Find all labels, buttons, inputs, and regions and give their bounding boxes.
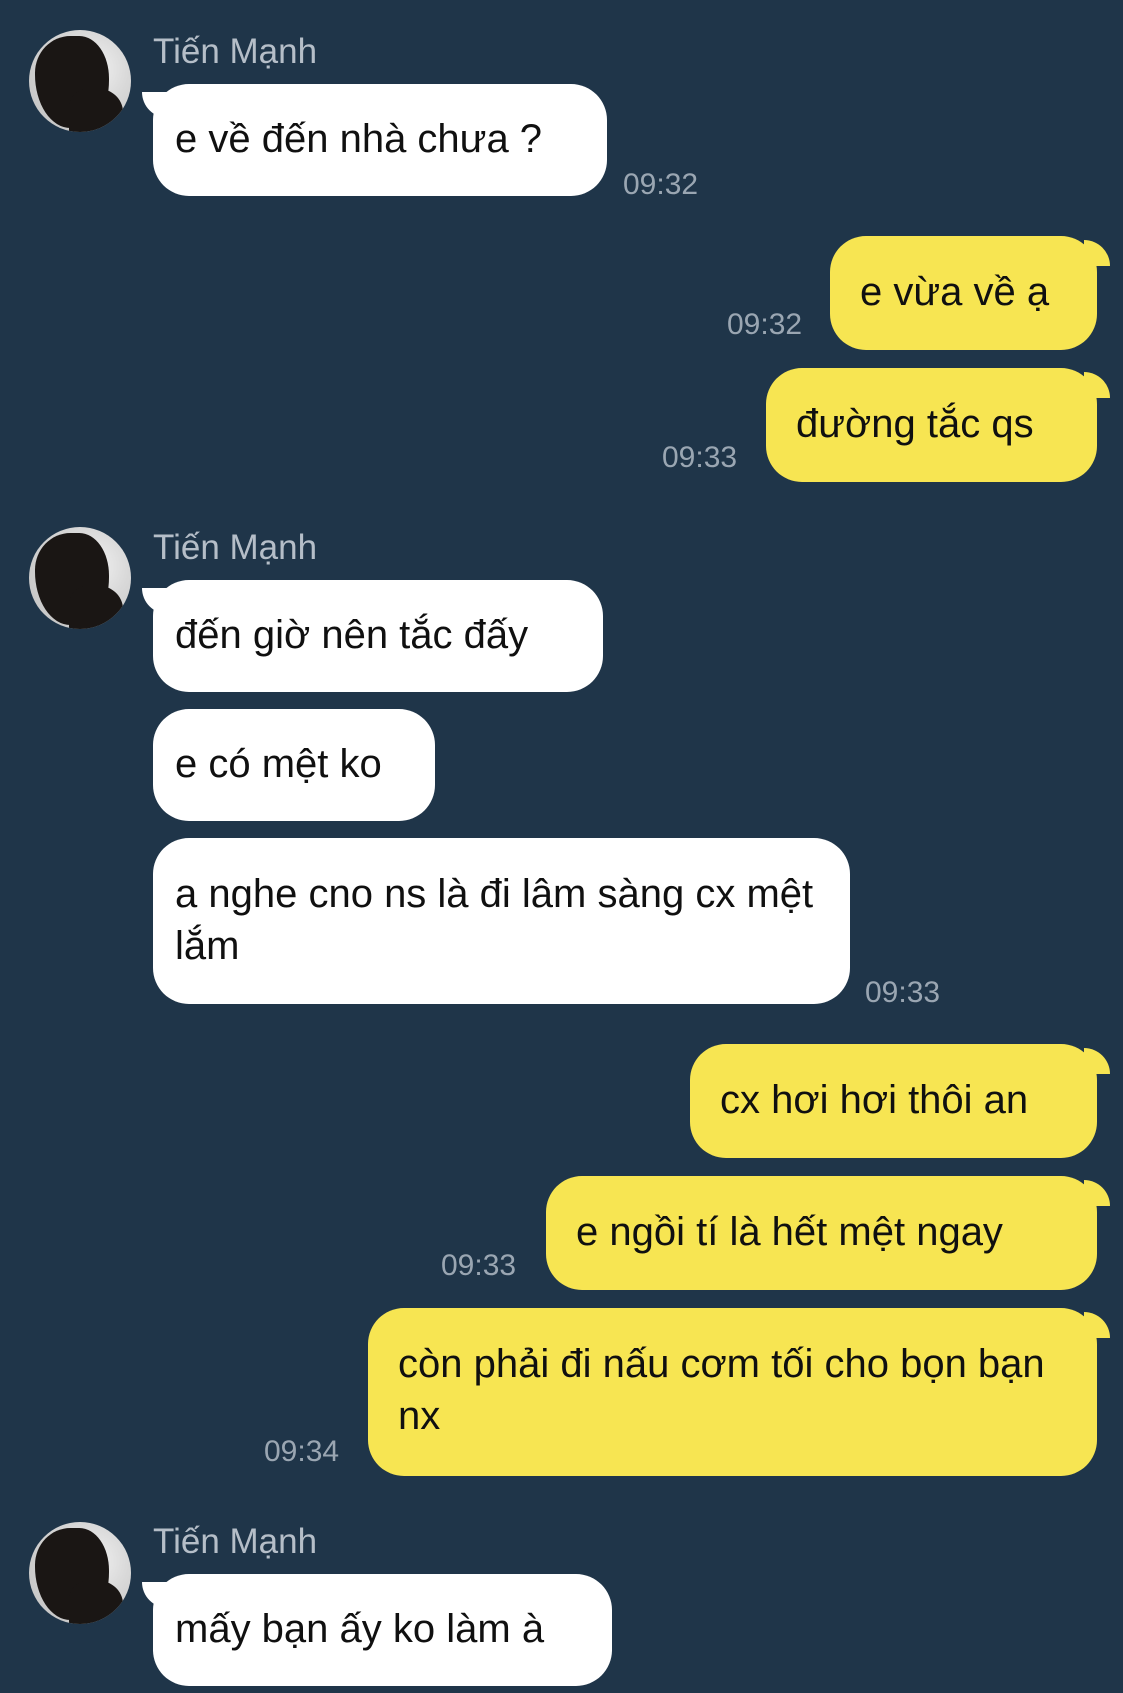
avatar-silhouette-shoulder (69, 88, 123, 132)
message-text: đến giờ nên tắc đấy (175, 613, 529, 657)
message-bubble-incoming[interactable]: mấy bạn ấy ko làm à (153, 1574, 612, 1686)
message-timestamp: 09:33 (662, 441, 738, 474)
message-bubble-outgoing[interactable]: cx hơi hơi thôi an (690, 1044, 1097, 1158)
avatar-silhouette-shoulder (69, 1580, 123, 1624)
bubble-tail (1084, 240, 1110, 266)
message-bubble-incoming[interactable]: đến giờ nên tắc đấy (153, 580, 603, 692)
chat-conversation[interactable]: Tiến Mạnh e về đến nhà chưa ? 09:32 e vừ… (0, 0, 1123, 1693)
contact-avatar[interactable] (29, 527, 131, 629)
contact-avatar[interactable] (29, 1522, 131, 1624)
message-timestamp: 09:32 (623, 168, 699, 201)
sender-name: Tiến Mạnh (153, 1522, 318, 1561)
sender-name: Tiến Mạnh (153, 32, 318, 71)
message-text: e vừa về ạ (860, 270, 1050, 314)
message-timestamp: 09:33 (865, 976, 941, 1009)
bubble-tail (1084, 372, 1110, 398)
message-text: e có mệt ko (175, 742, 382, 786)
bubble-tail (1084, 1048, 1110, 1074)
message-bubble-outgoing[interactable]: đường tắc qs (766, 368, 1097, 482)
message-bubble-incoming[interactable]: e về đến nhà chưa ? (153, 84, 607, 196)
bubble-tail (1084, 1180, 1110, 1206)
message-bubble-incoming[interactable]: a nghe cno ns là đi lâm sàng cx mệt lắm (153, 838, 850, 1004)
message-bubble-incoming[interactable]: e có mệt ko (153, 709, 435, 821)
message-text: e ngồi tí là hết mệt ngay (576, 1210, 1003, 1254)
message-bubble-outgoing[interactable]: còn phải đi nấu cơm tối cho bọn bạn nx (368, 1308, 1097, 1476)
message-text: còn phải đi nấu cơm tối cho bọn bạn nx (398, 1342, 1045, 1438)
message-timestamp: 09:34 (264, 1435, 340, 1468)
message-timestamp: 09:32 (727, 308, 803, 341)
message-bubble-outgoing[interactable]: e ngồi tí là hết mệt ngay (546, 1176, 1097, 1290)
avatar-silhouette-shoulder (69, 585, 123, 629)
message-text: cx hơi hơi thôi an (720, 1078, 1029, 1122)
message-text: đường tắc qs (796, 402, 1034, 446)
sender-name: Tiến Mạnh (153, 528, 318, 567)
message-text: a nghe cno ns là đi lâm sàng cx mệt lắm (175, 872, 814, 968)
message-bubble-outgoing[interactable]: e vừa về ạ (830, 236, 1097, 350)
message-text: mấy bạn ấy ko làm à (175, 1607, 545, 1651)
message-text: e về đến nhà chưa ? (175, 117, 543, 161)
message-timestamp: 09:33 (441, 1249, 517, 1282)
contact-avatar[interactable] (29, 30, 131, 132)
bubble-tail (1084, 1312, 1110, 1338)
